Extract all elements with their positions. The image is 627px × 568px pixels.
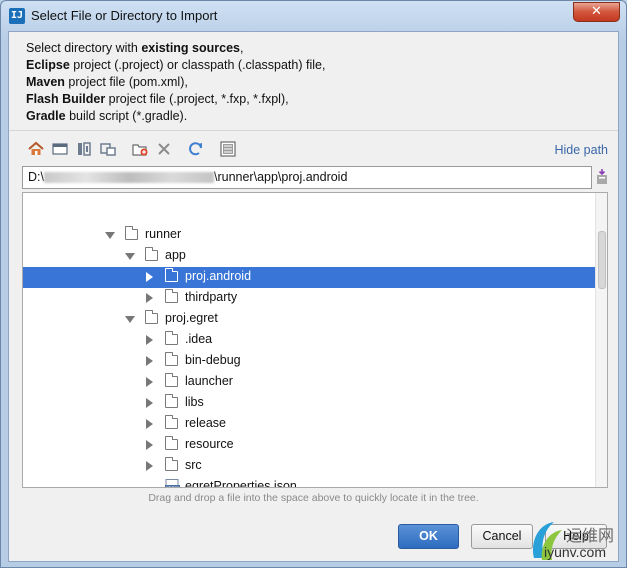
scrollbar-thumb[interactable] [598, 231, 606, 289]
description-bold: existing sources [141, 41, 240, 55]
folder-icon [165, 436, 178, 450]
expand-arrow-icon[interactable] [146, 356, 153, 366]
expand-arrow-icon[interactable] [146, 440, 153, 450]
json-file-icon: JSON [165, 479, 180, 488]
tree-item-label: runner [145, 227, 182, 241]
description-bold: Flash Builder [26, 92, 106, 106]
tree-folder-row[interactable]: launcher [23, 372, 595, 393]
expand-arrow-icon[interactable] [146, 398, 153, 408]
tree-item-label: app [165, 248, 186, 262]
tree-item-label: src [185, 458, 202, 472]
description-text: build script (*.gradle). [65, 109, 188, 123]
browse-history-icon[interactable] [596, 169, 608, 185]
folder-icon [165, 268, 178, 282]
folder-icon [165, 352, 178, 366]
delete-icon[interactable] [155, 140, 173, 158]
description-text: project file (pom.xml), [64, 75, 188, 89]
tree-folder-row[interactable]: proj.android [23, 267, 595, 288]
expand-arrow-icon[interactable] [146, 461, 153, 471]
tree-item-label: proj.android [185, 269, 252, 283]
description-line-3: Maven project file (pom.xml), [26, 74, 325, 91]
description-line-5: Gradle build script (*.gradle). [26, 108, 325, 125]
collapse-arrow-icon[interactable] [125, 253, 135, 260]
expand-arrow-icon[interactable] [146, 419, 153, 429]
tree-folder-row[interactable]: runner [23, 225, 595, 246]
tree-folder-row[interactable]: app [23, 246, 595, 267]
cancel-button[interactable]: Cancel [471, 524, 533, 549]
folder-icon [165, 415, 178, 429]
path-suffix: \runner\app\proj.android [213, 170, 348, 184]
tree-item-label: .idea [185, 332, 213, 346]
description-bold: Gradle [26, 109, 66, 123]
title-bar[interactable]: IJ Select File or Directory to Import ✕ [1, 1, 626, 31]
description-text: project file (.project, *.fxp, *.fxpl), [105, 92, 289, 106]
description-text: project (.project) or classpath (.classp… [69, 58, 326, 72]
expand-arrow-icon[interactable] [146, 335, 153, 345]
tree-folder-row[interactable]: resource [23, 435, 595, 456]
description-line-2: Eclipse project (.project) or classpath … [26, 57, 325, 74]
tree-folder-row[interactable]: bin-debug [23, 351, 595, 372]
tree-folder-row[interactable]: src [23, 456, 595, 477]
folder-icon [165, 457, 178, 471]
intellij-app-icon: IJ [9, 8, 25, 24]
tree-item-label: thirdparty [185, 290, 238, 304]
home-icon[interactable] [27, 140, 45, 158]
folder-icon [165, 289, 178, 303]
svg-text:JSON: JSON [165, 486, 179, 488]
collapse-arrow-icon[interactable] [105, 232, 115, 239]
expand-arrow-icon[interactable] [146, 377, 153, 387]
dialog-body: Select directory with existing sources, … [8, 31, 619, 562]
watermark-text: 运维网 [566, 528, 615, 545]
tree-folder-row[interactable]: release [23, 414, 595, 435]
tree-folder-row[interactable]: thirdparty [23, 288, 595, 309]
folder-icon [145, 310, 158, 324]
separator [9, 130, 618, 131]
tree-item-label: libs [185, 395, 204, 409]
description-text: , [239, 41, 244, 55]
description-line-4: Flash Builder project file (.project, *.… [26, 91, 325, 108]
refresh-icon[interactable] [187, 140, 205, 158]
module-icon[interactable] [99, 140, 117, 158]
path-input[interactable]: D:\ \runner\app\proj.android [22, 166, 592, 189]
description-bold: Eclipse [26, 58, 70, 72]
tree-item-label: bin-debug [185, 353, 241, 367]
file-tree[interactable]: runner app proj.android thirdparty proj.egre… [22, 192, 608, 488]
folder-icon [145, 247, 158, 261]
watermark-url: iyunv.com [544, 544, 606, 560]
ok-button[interactable]: OK [398, 524, 459, 549]
tree-item-label: release [185, 416, 226, 430]
drag-drop-hint: Drag and drop a file into the space abov… [148, 492, 479, 504]
tree-folder-row[interactable]: .idea [23, 330, 595, 351]
dialog-window: IJ Select File or Directory to Import ✕ … [0, 0, 627, 568]
path-prefix: D:\ [28, 170, 44, 184]
tree-item-label: proj.egret [165, 311, 218, 325]
expand-arrow-icon[interactable] [146, 293, 153, 303]
close-button[interactable]: ✕ [573, 2, 620, 22]
folder-icon [165, 373, 178, 387]
hide-path-link[interactable]: Hide path [554, 143, 608, 157]
expand-arrow-icon[interactable] [146, 272, 153, 282]
tree-item-label: resource [185, 437, 234, 451]
redacted-path-segment [43, 172, 214, 184]
description-text: Select directory with [26, 41, 142, 55]
tree-folder-row[interactable]: libs [23, 393, 595, 414]
vertical-scrollbar[interactable] [595, 193, 607, 487]
project-icon[interactable] [75, 140, 93, 158]
show-hidden-icon[interactable] [219, 140, 237, 158]
watermark: 运维网 iyunv.com [526, 516, 626, 566]
folder-icon [165, 331, 178, 345]
tree-folder-row[interactable]: proj.egret [23, 309, 595, 330]
description-line-1: Select directory with existing sources, [26, 40, 325, 57]
tree-file-row[interactable]: JSON egretProperties.json [23, 477, 595, 488]
collapse-arrow-icon[interactable] [125, 316, 135, 323]
description-bold: Maven [26, 75, 65, 89]
new-folder-icon[interactable] [131, 140, 149, 158]
folder-icon [165, 394, 178, 408]
folder-icon [125, 226, 138, 240]
description: Select directory with existing sources, … [26, 40, 325, 125]
desktop-icon[interactable] [51, 140, 69, 158]
window-title: Select File or Directory to Import [31, 8, 218, 23]
tree-item-label: egretProperties.json [185, 479, 297, 488]
tree-item-label: launcher [185, 374, 233, 388]
